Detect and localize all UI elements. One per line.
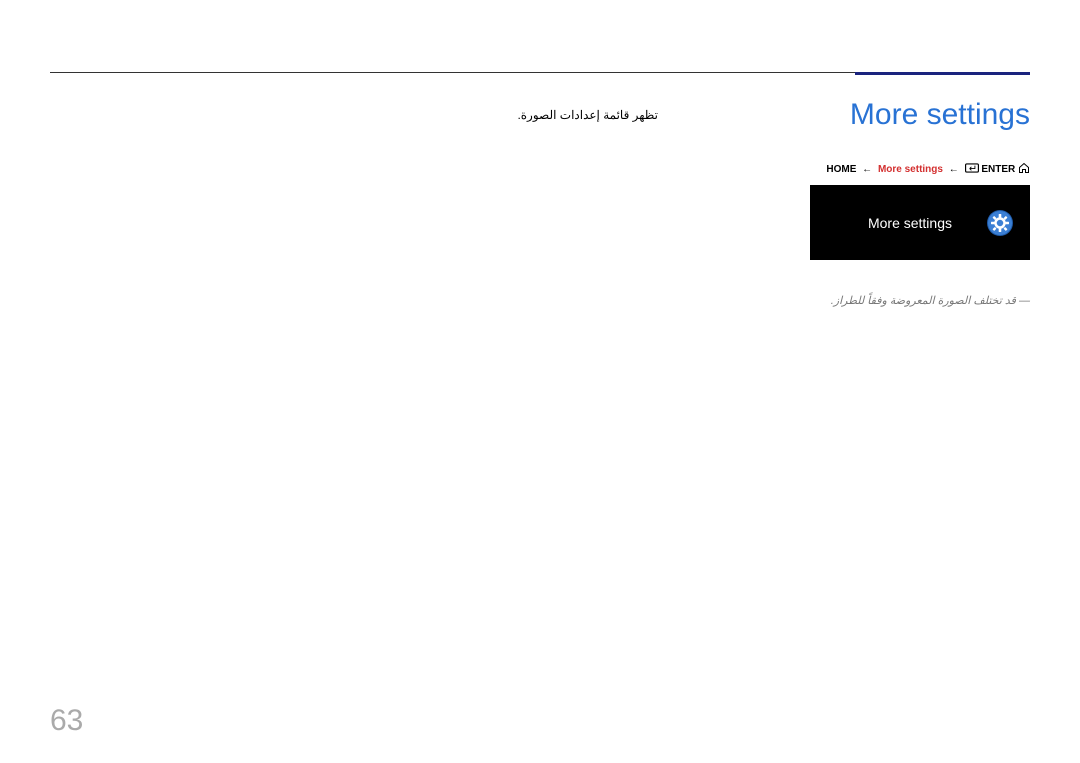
more-settings-panel[interactable]: More settings bbox=[810, 185, 1030, 260]
gear-icon bbox=[986, 209, 1014, 237]
arrow-left-icon: ← bbox=[949, 164, 959, 175]
arrow-left-icon: ← bbox=[862, 164, 872, 175]
breadcrumb-home-label: HOME bbox=[826, 164, 856, 175]
more-settings-panel-label: More settings bbox=[826, 215, 964, 231]
section-title: More settings bbox=[850, 98, 1030, 132]
enter-icon bbox=[965, 163, 979, 176]
top-rule-accent bbox=[855, 72, 1030, 75]
page-container: More settings HOME ← More settings ← ENT… bbox=[0, 0, 1080, 763]
breadcrumb: HOME ← More settings ← ENTER bbox=[826, 162, 1030, 177]
home-icon bbox=[1018, 162, 1030, 177]
page-number: 63 bbox=[50, 704, 83, 738]
model-note: ― قد تختلف الصورة المعروضة وفقاً للطراز. bbox=[831, 294, 1030, 307]
breadcrumb-enter-label: ENTER bbox=[981, 164, 1015, 175]
description-text: تظهر قائمة إعدادات الصورة. bbox=[58, 108, 658, 122]
breadcrumb-more-settings-label: More settings bbox=[878, 164, 943, 175]
